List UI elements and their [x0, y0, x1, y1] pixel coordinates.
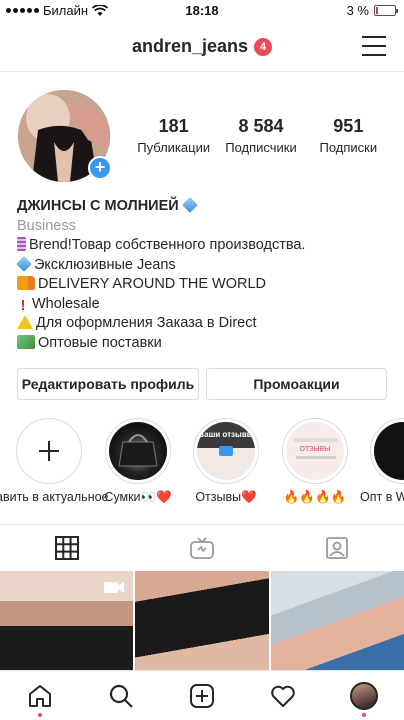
notification-badge: 4	[254, 37, 273, 56]
highlight-label: 🔥🔥🔥🔥	[283, 490, 347, 504]
profile-dot	[361, 713, 366, 717]
video-icon	[104, 582, 125, 593]
stat-followers[interactable]: 8 584 Подписчики	[217, 116, 304, 155]
clock: 18:18	[185, 3, 219, 18]
following-label: Подписки	[319, 140, 378, 155]
tab-igtv[interactable]	[135, 525, 270, 570]
followers-label: Подписчики	[225, 140, 297, 155]
profile-avatar-small	[349, 681, 378, 710]
edit-profile-button[interactable]: Редактировать профиль	[17, 368, 199, 400]
tab-tagged[interactable]	[269, 525, 404, 570]
highlight-bags[interactable]: Сумки👀❤️	[104, 418, 172, 504]
followers-count: 8 584	[238, 116, 284, 136]
status-bar: Билайн 18:18 3 %	[0, 0, 404, 22]
activity-dot	[38, 713, 43, 717]
search-icon	[110, 684, 133, 708]
profile-bio: ДЖИНСЫ С МОЛНИЕЙ Business Brend!Товар со…	[16, 197, 397, 354]
profile-tabs	[0, 524, 404, 570]
nav-search[interactable]	[81, 671, 162, 720]
diamond-icon	[181, 197, 198, 213]
home-icon	[29, 684, 52, 707]
grid-post[interactable]	[0, 571, 134, 671]
plus-icon	[39, 441, 59, 461]
promotions-button[interactable]: Промоакции	[206, 368, 387, 400]
nav-activity[interactable]	[242, 671, 323, 720]
add-post-icon	[189, 683, 214, 708]
bio-line: Оптовые поставки	[17, 334, 397, 354]
bio-text: Оптовые поставки	[38, 334, 162, 351]
profile-category: Business	[17, 217, 76, 234]
exclamation-icon: !	[20, 297, 26, 314]
warning-icon	[17, 315, 33, 329]
bio-text: Brend!Товар собственного производства.	[29, 237, 306, 253]
hamburger-menu-icon[interactable]	[362, 36, 386, 56]
arrow-icon	[219, 446, 233, 456]
following-count: 951	[333, 116, 364, 136]
tab-grid[interactable]	[0, 525, 135, 570]
zipper-icon	[17, 237, 26, 251]
bio-line: Для оформления Заказа в Direct	[17, 314, 397, 334]
diamond-icon	[16, 255, 32, 272]
profile-name: ДЖИНСЫ С МОЛНИЕЙ	[17, 198, 179, 214]
grid-icon	[55, 535, 80, 560]
nav-profile[interactable]	[323, 671, 404, 720]
bio-text: Эксклюзивные Jeans	[34, 256, 176, 273]
money-icon	[17, 334, 35, 349]
highlight-label: Опт в W	[360, 490, 404, 504]
highlight-fire[interactable]: ОТЗЫВЫ 🔥🔥🔥🔥	[282, 418, 348, 504]
bio-line: DELIVERY AROUND THE WORLD	[17, 275, 397, 295]
reviews-overlay-text: Ваши отзывы	[198, 430, 254, 439]
posts-count: 181	[158, 116, 189, 136]
stat-posts[interactable]: 181 Публикации	[130, 116, 217, 155]
bio-text: Wholesale	[32, 295, 100, 312]
tagged-icon	[325, 536, 348, 559]
profile-header: andren_jeans 4	[0, 22, 404, 72]
posts-label: Публикации	[137, 140, 211, 155]
bio-line: Эксклюзивные Jeans	[16, 255, 397, 276]
nav-home[interactable]	[0, 671, 81, 720]
grid-post[interactable]	[135, 571, 269, 671]
add-story-button[interactable]: +	[88, 156, 112, 180]
nav-new-post[interactable]	[162, 671, 243, 720]
stat-following[interactable]: 951 Подписки	[305, 116, 392, 155]
photo-grid	[0, 571, 404, 671]
igtv-icon	[190, 536, 214, 559]
battery-icon	[374, 5, 398, 16]
battery-label: 3 %	[346, 3, 369, 18]
bio-line: ! Wholesale	[17, 295, 397, 315]
highlight-new[interactable]: авить в актуальное	[0, 418, 109, 504]
username-title: andren_jeans	[132, 36, 249, 56]
bottom-navigation	[0, 670, 404, 720]
bio-line: Brend!Товар собственного производства.	[17, 236, 397, 256]
profile-stats: 181 Публикации 8 584 Подписчики 951 Подп…	[130, 116, 392, 155]
grid-post[interactable]	[270, 571, 404, 671]
highlight-reviews[interactable]: Ваши отзывы Отзывы❤️	[193, 418, 259, 504]
fire-overlay-text: ОТЗЫВЫ	[299, 446, 331, 453]
truck-icon	[17, 276, 35, 290]
bio-text: DELIVERY AROUND THE WORLD	[38, 276, 267, 292]
account-switcher[interactable]: andren_jeans 4	[132, 36, 273, 57]
heart-icon	[270, 685, 295, 707]
bag-image	[118, 434, 158, 467]
highlight-opt[interactable]: Опт в W	[360, 418, 404, 504]
bio-text: Для оформления Заказа в Direct	[36, 315, 257, 331]
